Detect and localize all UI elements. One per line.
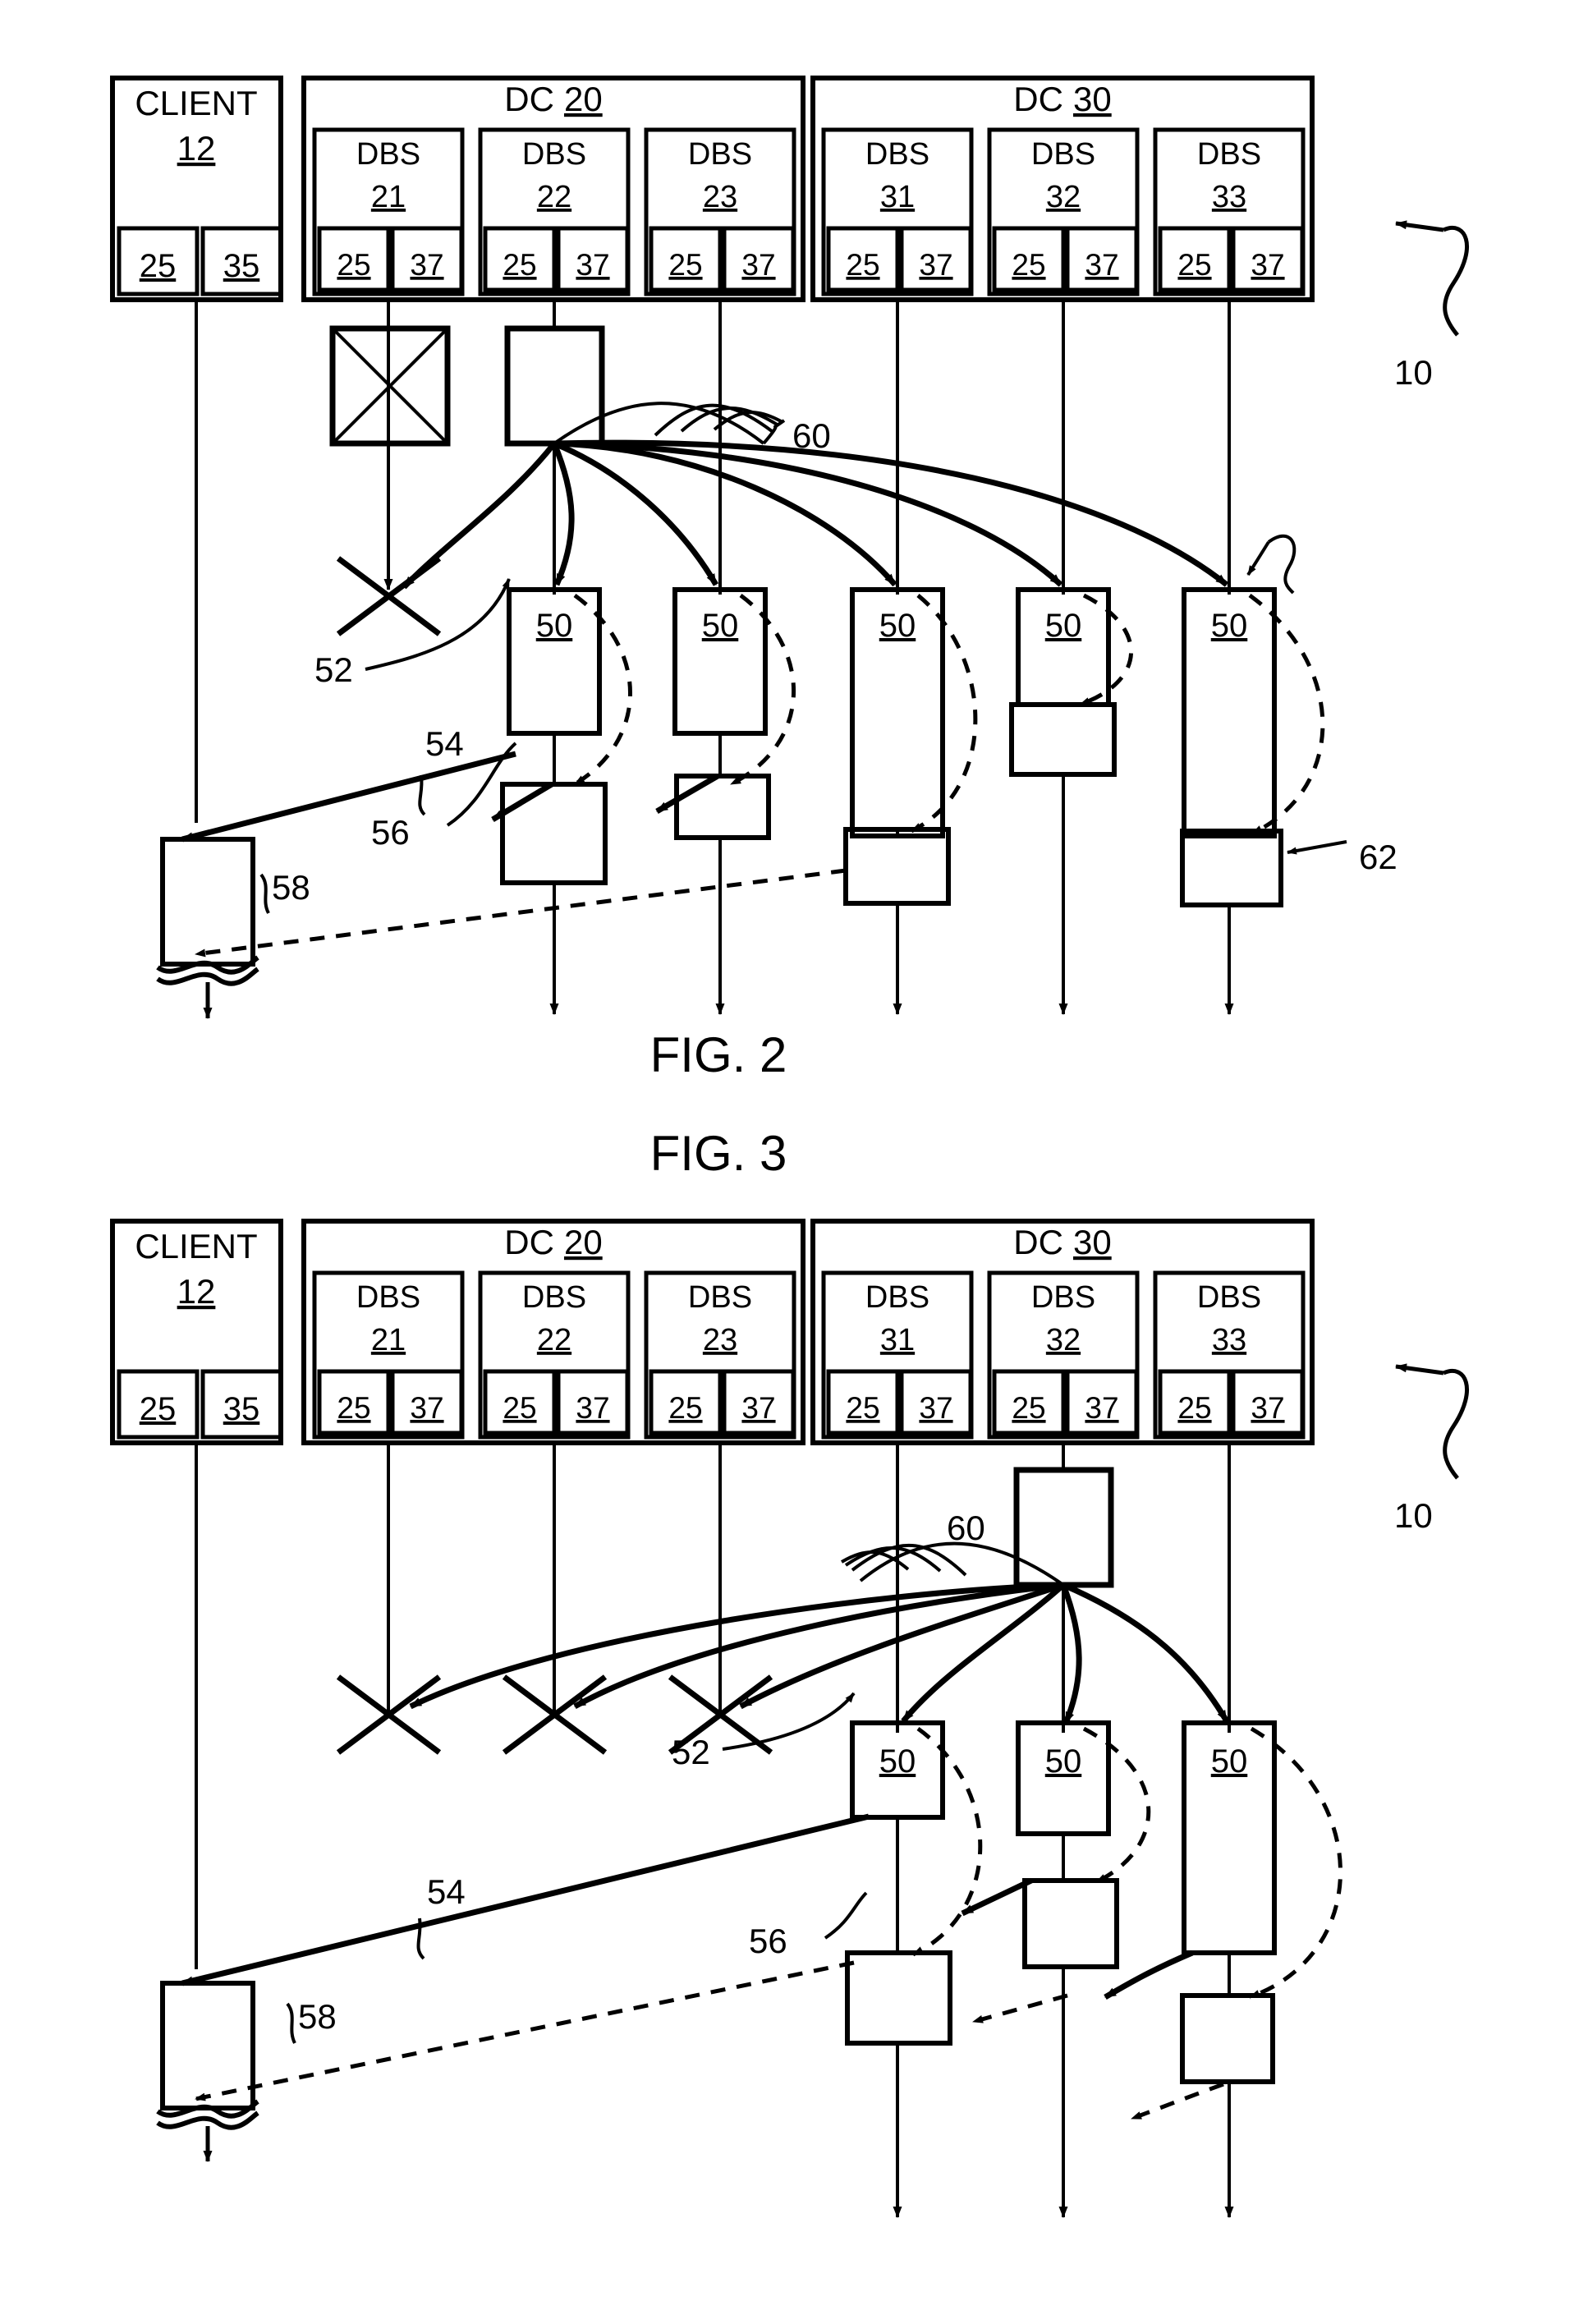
fig2-callout-56-label: 56 [371, 813, 410, 852]
fig2-dbs33-port-25: 25 [1177, 248, 1211, 282]
fig2-dbs22-ref: 22 [537, 180, 571, 214]
fig2-dc20-label: DC 20 [504, 80, 602, 118]
fig3-dc20-label: DC 20 [504, 1223, 602, 1261]
fig2-dbs22-port-25: 25 [503, 248, 536, 282]
fig3-dbs22-title: DBS [522, 1280, 586, 1315]
fig2-client-ref: 12 [177, 129, 216, 168]
fig3-callout-54-label: 54 [427, 1872, 466, 1911]
fig2-callout-54-label: 54 [425, 724, 464, 763]
fig3-callout-52-label: 52 [672, 1733, 710, 1771]
fig3-dbs32-port-37: 37 [1085, 1391, 1118, 1425]
fig3-callout-60: 60 [947, 1509, 985, 1547]
fig3-activation-label-c: 50 [1211, 1743, 1248, 1780]
fig3-dbs31-ref: 31 [880, 1323, 915, 1357]
fig3-dbs22-port-37: 37 [576, 1391, 609, 1425]
fig3-dbs21-port-37: 37 [410, 1391, 443, 1425]
fig2-client-port-35: 35 [223, 248, 260, 284]
fig3-dbs21-ref: 21 [371, 1323, 406, 1357]
fig2-dbs33-title: DBS [1197, 137, 1261, 172]
fig3-dbs23-port-37: 37 [741, 1391, 775, 1425]
fig2-activation-label-b: 50 [702, 608, 739, 644]
fig2-dbs32-port-37: 37 [1085, 248, 1118, 282]
fig2-dc30-label: DC 30 [1013, 80, 1111, 118]
fig2-dbs22-title: DBS [522, 137, 586, 172]
fig2-dbs21-port-25: 25 [337, 248, 370, 282]
fig2-dbs31-title: DBS [865, 137, 929, 172]
fig3-dbs23-title: DBS [688, 1280, 752, 1315]
fig3-dbs21-title: DBS [356, 1280, 420, 1315]
fig2-dbs32-ref: 32 [1046, 180, 1081, 214]
fig2-dbs21-port-37: 37 [410, 248, 443, 282]
fig2-activation-label-a: 50 [536, 608, 573, 644]
fig3-dbs33-ref: 33 [1212, 1323, 1246, 1357]
fig3-dbs32-port-25: 25 [1012, 1391, 1045, 1425]
fig3-dbs22-ref: 22 [537, 1323, 571, 1357]
fig3-dbs21-port-25: 25 [337, 1391, 370, 1425]
fig3-client-port-35: 35 [223, 1391, 260, 1427]
fig2-activation-label-c: 50 [879, 608, 916, 644]
fig3-dbs31-title: DBS [865, 1280, 929, 1315]
fig3-dbs31-port-37: 37 [919, 1391, 952, 1425]
fig2-dbs31-port-37: 37 [919, 248, 952, 282]
fig3-system-ref: 10 [1394, 1496, 1433, 1535]
fig3-dc30-label: DC 30 [1013, 1223, 1111, 1261]
fig2-client-port-25: 25 [140, 248, 177, 284]
fig3-dbs33-port-37: 37 [1251, 1391, 1284, 1425]
fig2-dbs23-port-25: 25 [668, 248, 702, 282]
fig3-dbs33-port-25: 25 [1177, 1391, 1211, 1425]
fig2-dbs23-title: DBS [688, 137, 752, 172]
patent-drawing-sheet: CLIENT 12 25 35 DC 20 DBS 21 25 37 DBS 2… [0, 0, 1588, 2324]
fig2-dbs32-title: DBS [1031, 137, 1095, 172]
fig2-dbs22-port-37: 37 [576, 248, 609, 282]
fig2-callout-60: 60 [792, 416, 831, 455]
fig2-caption: FIG. 2 [650, 1027, 787, 1082]
fig3-client-title: CLIENT [135, 1227, 257, 1265]
fig2-activation-label-d: 50 [1045, 608, 1082, 644]
fig3-dbs33-title: DBS [1197, 1280, 1261, 1315]
fig2-dbs23-ref: 23 [703, 180, 737, 214]
fig3-dbs32-title: DBS [1031, 1280, 1095, 1315]
fig3-dbs22-port-25: 25 [503, 1391, 536, 1425]
fig2-dbs33-port-37: 37 [1251, 248, 1284, 282]
fig2-dbs31-port-25: 25 [846, 248, 879, 282]
fig3-dbs32-ref: 32 [1046, 1323, 1081, 1357]
fig2-system-ref: 10 [1394, 353, 1433, 392]
fig2-dbs21-title: DBS [356, 137, 420, 172]
fig2-callout-58-label: 58 [272, 868, 310, 907]
drawing-canvas: CLIENT 12 25 35 DC 20 DBS 21 25 37 DBS 2… [0, 0, 1588, 2324]
fig3-callout-56-label: 56 [749, 1922, 787, 1960]
fig2-callout-62-label: 62 [1359, 838, 1398, 876]
fig3-activation-label-b: 50 [1045, 1743, 1082, 1780]
fig3-activation-label-a: 50 [879, 1743, 916, 1780]
fig3-client-port-25: 25 [140, 1391, 177, 1427]
fig3-dbs31-port-25: 25 [846, 1391, 879, 1425]
fig2-callout-52-label: 52 [314, 650, 353, 689]
fig2-dbs32-port-25: 25 [1012, 248, 1045, 282]
fig2-dbs33-ref: 33 [1212, 180, 1246, 214]
fig2-dbs23-port-37: 37 [741, 248, 775, 282]
fig3-dbs23-ref: 23 [703, 1323, 737, 1357]
fig3-callout-58-label: 58 [298, 1997, 337, 2036]
fig3-dbs23-port-25: 25 [668, 1391, 702, 1425]
fig2-client-title: CLIENT [135, 84, 257, 122]
fig3-client-ref: 12 [177, 1272, 216, 1311]
fig3-caption: FIG. 3 [650, 1126, 787, 1181]
fig2-dbs31-ref: 31 [880, 180, 915, 214]
fig2-activation-label-e: 50 [1211, 608, 1248, 644]
fig2-dbs21-ref: 21 [371, 180, 406, 214]
